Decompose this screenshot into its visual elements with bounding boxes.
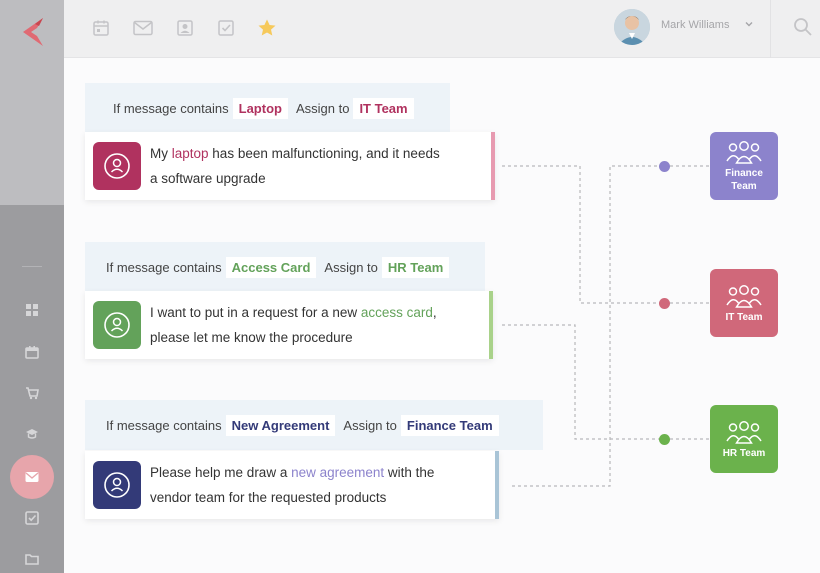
rule-team: IT Team [353,97,414,119]
message-text: My laptop has been malfunctioning, and i… [150,141,440,191]
message-text-part: a software upgrade [150,171,266,186]
team-label-line: Finance [725,168,763,179]
user-icon [93,301,141,349]
message-text-part: Please help me draw a [150,465,292,480]
rule-assign-label: Assign to [295,100,350,116]
rule-keyword: Laptop [232,97,288,119]
message-text-part: with the [384,465,435,480]
calendar-icon[interactable] [22,342,42,362]
team-card-finance[interactable]: Finance Team [710,132,778,200]
message-card-access-card[interactable]: I want to put in a request for a new acc… [85,291,493,359]
graduation-cap-icon[interactable] [22,424,42,444]
star-icon[interactable] [256,17,278,39]
message-text: Please help me draw a new agreement with… [150,460,434,510]
user-icon [93,142,141,190]
team-users-icon [726,420,762,444]
mail-icon[interactable] [22,467,42,487]
message-text-part: My [150,146,172,161]
dashboard-icon[interactable] [22,300,42,320]
logo-icon[interactable] [17,16,47,48]
message-text-part: I want to put in a request for a new [150,305,361,320]
rule-team: HR Team [381,256,450,278]
message-accent-bar [491,132,495,200]
rule-team: Finance Team [400,414,499,436]
sidebar [0,0,64,573]
contact-icon[interactable] [174,17,196,39]
rule-assign-label: Assign to [343,417,397,433]
message-accent-bar [495,451,499,519]
message-text-part: , [432,305,437,320]
user-icon [93,461,141,509]
message-accent-bar [489,291,493,359]
team-label: IT Team [719,311,769,324]
message-keyword: new agreement [291,465,385,480]
message-card-new-agreement[interactable]: Please help me draw a new agreement with… [85,451,499,519]
message-keyword: laptop [171,146,209,161]
team-card-it[interactable]: IT Team [710,269,778,337]
sidebar-divider [22,266,42,267]
team-label: Finance Team [719,167,769,193]
rule-header-new-agreement: If message contains New Agreement Assign… [85,400,543,450]
team-card-hr[interactable]: HR Team [710,405,778,473]
team-label-line: HR Team [722,447,766,459]
hr-connector-dot [659,434,670,445]
it-connector-dot [659,298,670,309]
rule-prefix: If message contains [113,100,229,116]
top-bar: Mark Williams [64,0,820,58]
username[interactable]: Mark Williams [661,19,729,31]
team-users-icon [726,141,762,164]
rule-keyword: New Agreement [225,414,336,436]
checkbox-icon[interactable] [22,508,42,528]
rule-header-laptop: If message contains Laptop Assign to IT … [85,83,450,133]
rule-header-access-card: If message contains Access Card Assign t… [85,242,485,292]
checkbox-icon[interactable] [215,17,237,39]
rule-keyword: Access Card [225,256,317,278]
team-label-line: IT Team [725,311,763,323]
folder-icon[interactable] [22,549,42,569]
rule-prefix: If message contains [106,417,222,433]
search-icon[interactable] [792,16,814,38]
avatar[interactable] [614,9,650,45]
calendar-icon[interactable] [90,17,112,39]
top-bar-divider [770,0,771,58]
message-text-part: has been malfunctioning, and it needs [208,146,440,161]
finance-connector-dot [659,161,670,172]
chevron-down-icon[interactable] [744,19,754,29]
message-card-laptop[interactable]: My laptop has been malfunctioning, and i… [85,132,495,200]
team-users-icon [726,284,762,308]
message-text: I want to put in a request for a new acc… [150,300,437,350]
message-keyword: access card [360,305,433,320]
rule-assign-label: Assign to [324,259,378,275]
rule-prefix: If message contains [106,259,222,275]
message-text-part: vendor team for the requested products [150,490,387,505]
message-text-part: please let me know the procedure [150,330,353,345]
team-label: HR Team [719,447,769,460]
mail-icon[interactable] [132,17,154,39]
cart-icon[interactable] [22,383,42,403]
team-label-line: Team [731,181,757,192]
